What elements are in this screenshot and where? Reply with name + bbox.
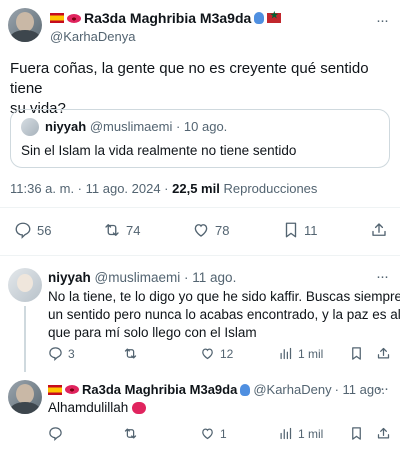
views-icon [278,426,293,441]
reply2-views-count: 1 mil [298,426,324,441]
reply2-handle[interactable]: @KarhaDeny [253,382,331,397]
lips-icon [65,385,79,394]
main-text-line-1: Fuera coñas, la gente que no es creyente… [10,60,369,97]
bookmark-count: 11 [304,222,318,238]
reply2-header: Ra3da Maghribia M3a9da @KarhaDeny · 11 a… [48,382,385,397]
reply1-avatar[interactable] [8,268,42,302]
retweet-icon [123,346,138,361]
retweet-icon [123,426,138,441]
reply-count: 56 [37,222,52,238]
like-button[interactable]: 78 [192,221,229,239]
reply1-text: No la tiene, te lo digo yo que he sido k… [48,288,400,342]
quote-card[interactable]: niyyah @muslimaemi · 10 ago. Sin el Isla… [10,109,390,168]
reply1-share-button[interactable] [376,346,391,361]
hamsa-icon [254,12,265,24]
quote-handle: @muslimaemi [89,119,173,134]
like-icon [200,426,215,441]
reply2-views-button[interactable]: 1 mil [278,426,323,441]
share-button[interactable] [370,221,388,239]
reply1-retweet-button[interactable] [123,346,143,361]
like-count: 78 [215,222,230,238]
share-icon [376,346,391,361]
main-avatar[interactable] [8,8,42,42]
reply1-views-button[interactable]: 1 mil [278,346,323,361]
hamsa-icon [240,383,251,396]
reply2-share-button[interactable] [376,426,391,441]
timestamp[interactable]: 11:36 a. m. · 11 ago. 2024 · [10,181,169,196]
heart-icon [132,401,147,414]
reply1-reply-count: 3 [68,346,75,361]
quote-date: · 10 ago. [175,119,228,134]
spain-flag-icon [50,13,64,23]
reply-button[interactable]: 56 [14,221,51,239]
views-label: Reproducciones [223,181,318,196]
lips-icon [67,13,81,23]
more-icon[interactable]: ··· [376,12,389,29]
quote-text: Sin el Islam la vida realmente no tiene … [21,143,297,158]
retweet-button[interactable]: 74 [103,221,140,239]
main-handle[interactable]: @KarhaDenya [50,29,135,44]
retweet-count: 74 [126,222,141,238]
divider [0,255,400,256]
reply1-line-3: que para mí solo llego con el Islam [48,325,257,340]
reply-icon [48,346,63,361]
reply1-views-count: 1 mil [298,346,324,361]
quote-avatar [21,118,39,136]
reply2-text-content: Alhamdulillah [48,400,129,415]
reply2-bookmark-button[interactable] [350,426,363,441]
reply2-reply-button[interactable] [48,426,68,441]
share-icon [376,426,391,441]
reply2-retweet-button[interactable] [123,426,143,441]
like-icon [200,346,215,361]
main-display-name: Ra3da Maghribia M3a9da [84,10,252,26]
reply1-date[interactable]: · 11 ago. [184,270,236,285]
like-icon [192,221,210,239]
bookmark-icon [283,221,299,239]
reply2-like-button[interactable]: 1 [200,426,227,441]
more-icon[interactable]: ··· [376,380,389,397]
reply1-display-name[interactable]: niyyah [48,270,91,285]
more-icon[interactable]: ··· [376,268,389,285]
retweet-icon [103,221,121,239]
reply1-header: niyyah @muslimaemi · 11 ago. [48,270,236,285]
views-icon [278,346,293,361]
quote-display-name: niyyah [45,119,87,134]
reply2-like-count: 1 [220,426,227,441]
reply2-text: Alhamdulillah [48,400,147,415]
bookmark-button[interactable]: 11 [283,221,318,239]
bookmark-icon [350,426,363,441]
bookmark-icon [350,346,363,361]
thread-line [24,306,26,372]
share-icon [370,221,388,239]
reply-icon [48,426,63,441]
views-count: 22,5 mil [172,181,220,196]
reply2-display-name[interactable]: Ra3da Maghribia M3a9da [82,382,237,397]
morocco-flag-icon [267,10,282,23]
spain-flag-icon [48,384,62,395]
reply-icon [14,221,32,239]
divider [0,207,400,208]
reply1-bookmark-button[interactable] [350,346,363,361]
reply1-like-button[interactable]: 12 [200,346,233,361]
reply1-reply-button[interactable]: 3 [48,346,75,361]
reply1-handle[interactable]: @muslimaemi [95,270,181,285]
reply1-line-1: No la tiene, te lo digo yo que he sido k… [48,289,400,304]
main-author-name[interactable]: Ra3da Maghribia M3a9da [50,10,282,26]
timestamp-row: 11:36 a. m. · 11 ago. 2024 · 22,5 mil Re… [10,181,317,196]
reply2-avatar[interactable] [8,380,42,414]
reply1-line-2: un sentido pero nunca lo acabas encontra… [48,307,400,322]
reply1-like-count: 12 [220,346,234,361]
